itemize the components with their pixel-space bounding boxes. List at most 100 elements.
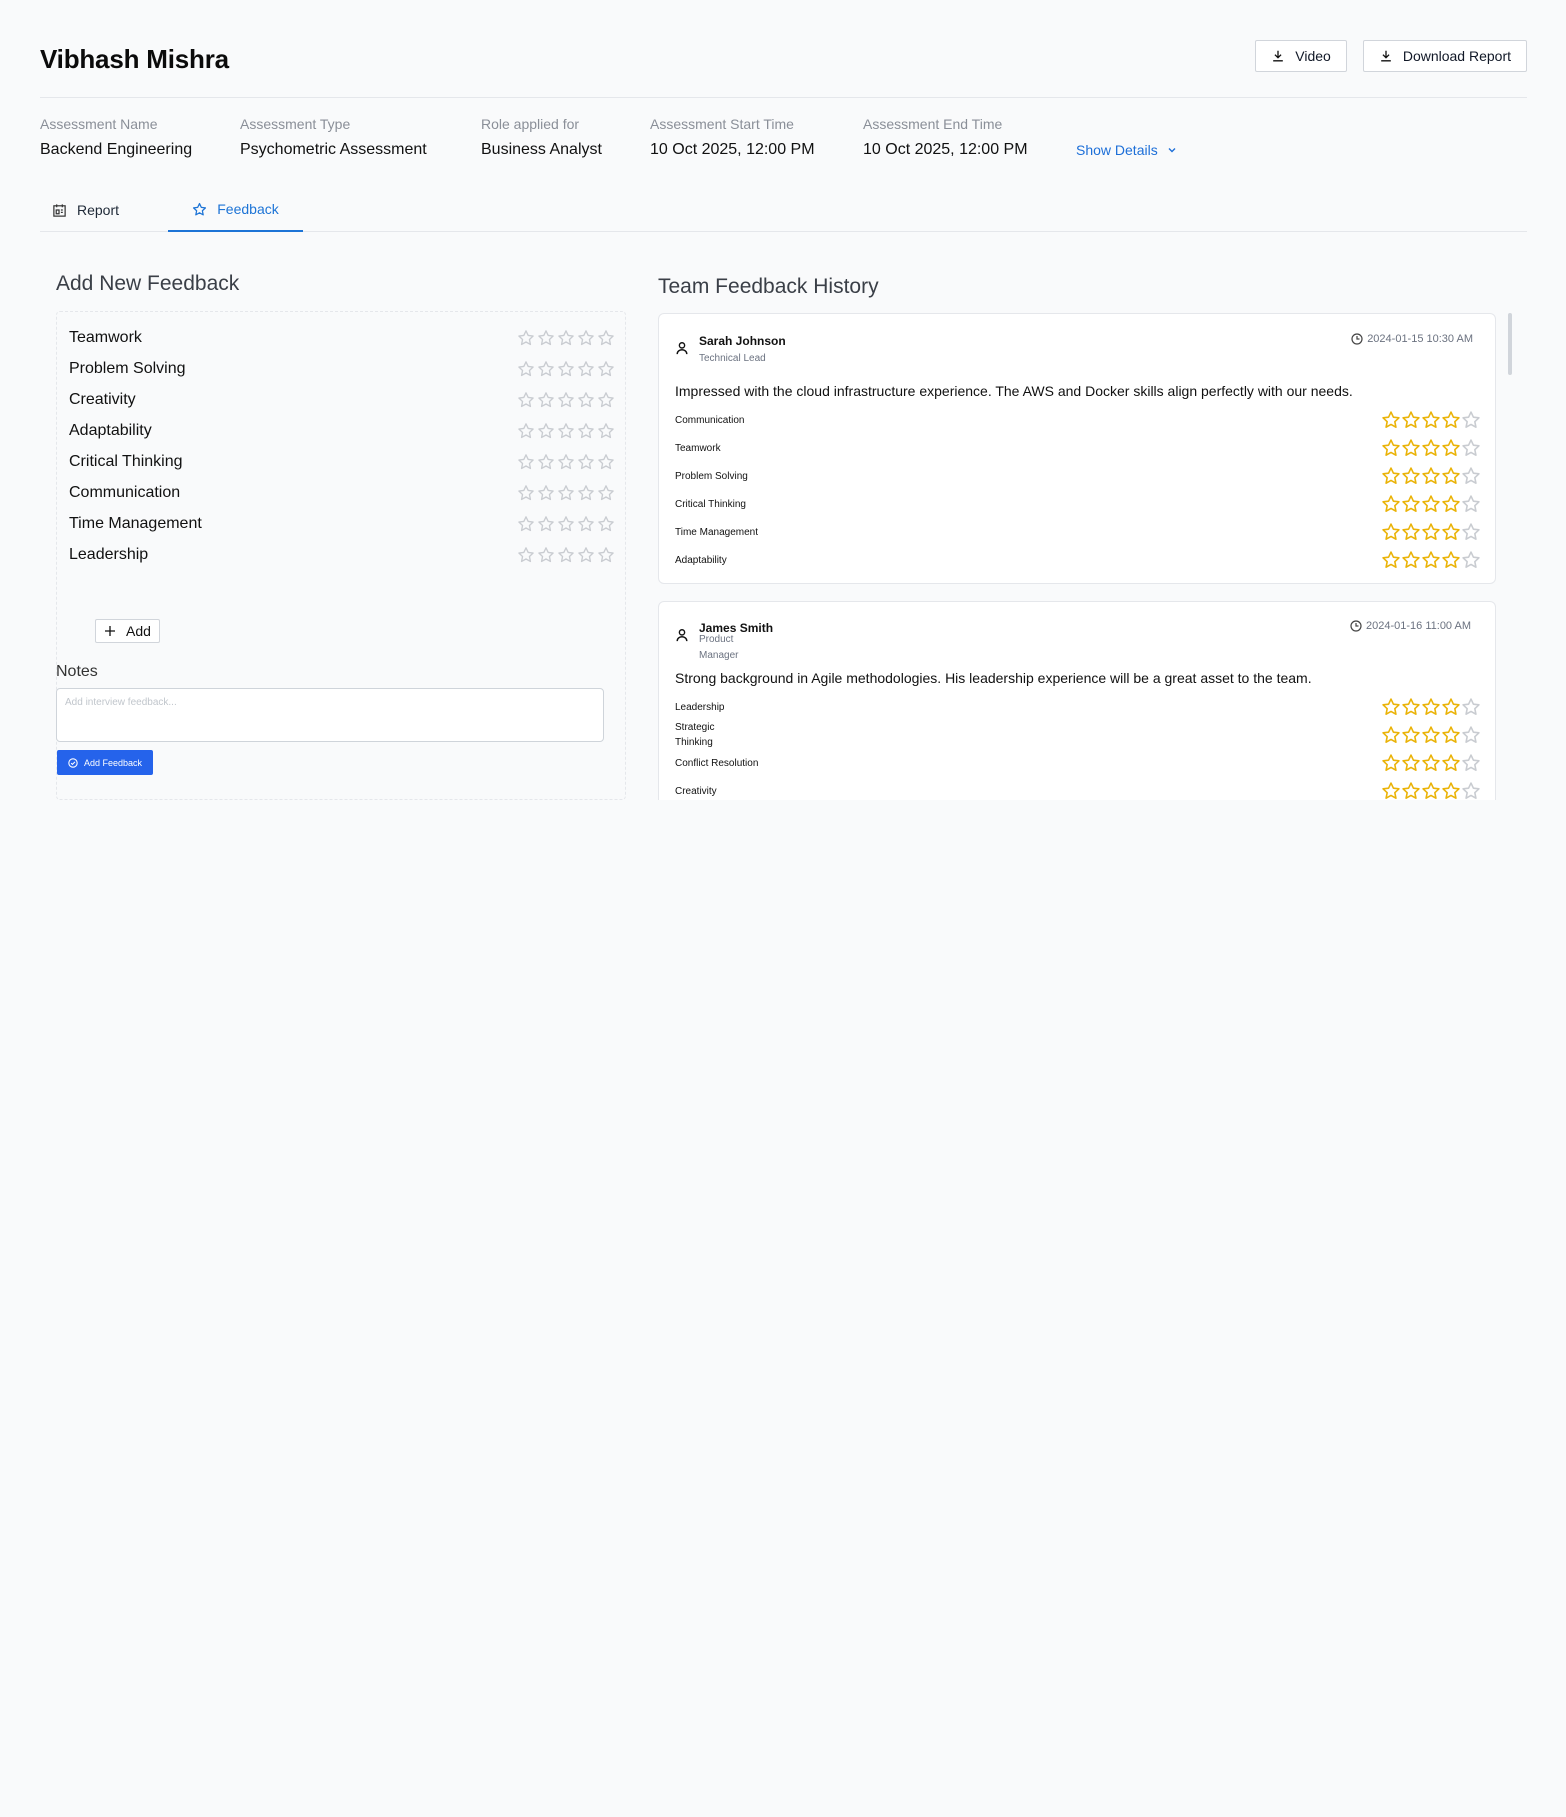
meta-label: Assessment End Time [863,116,1003,132]
user-icon [676,629,688,642]
star-empty-icon[interactable] [597,422,615,440]
star-rating-input[interactable] [517,391,615,409]
star-empty-icon[interactable] [537,391,555,409]
star-empty-icon[interactable] [537,422,555,440]
star-filled-icon [1422,754,1440,771]
video-button[interactable]: Video [1255,40,1347,72]
notes-input[interactable] [56,688,604,742]
star-empty-icon[interactable] [517,360,535,378]
meta-value: 10 Oct 2025, 12:00 PM [863,141,1028,158]
rating-label: Time Management [675,526,758,538]
star-filled-icon [1442,467,1460,484]
rating-label: Adaptability [675,554,727,566]
star-empty-icon[interactable] [597,329,615,347]
star-empty-icon [1462,439,1480,456]
meta-label: Assessment Name [40,116,158,132]
star-empty-icon[interactable] [537,360,555,378]
criterion-row: Leadership [69,543,615,567]
add-feedback-panel: Teamwork Problem Solving Creativity Adaptab… [56,311,626,800]
star-empty-icon[interactable] [557,360,575,378]
star-empty-icon[interactable] [517,484,535,502]
rating-row: Leadership [675,695,1481,719]
star-filled-icon [1442,698,1460,715]
add-criterion-button[interactable]: Add [95,619,160,643]
rating-label: Leadership [675,701,725,713]
star-empty-icon[interactable] [517,515,535,533]
rating-row: Critical Thinking [675,492,1481,516]
rating-label: Creativity [675,785,717,797]
star-rating-input[interactable] [517,546,615,564]
star-filled-icon [1442,551,1460,568]
star-empty-icon[interactable] [517,422,535,440]
star-empty-icon[interactable] [557,484,575,502]
star-filled-icon [1442,495,1460,512]
criterion-row: Adaptability [69,419,615,443]
download-report-button[interactable]: Download Report [1362,40,1527,72]
star-empty-icon[interactable] [597,484,615,502]
star-empty-icon[interactable] [517,329,535,347]
star-rating-input[interactable] [517,360,615,378]
star-empty-icon[interactable] [577,515,595,533]
star-empty-icon[interactable] [557,329,575,347]
rating-label: Problem Solving [675,470,748,482]
star-empty-icon[interactable] [537,329,555,347]
star-empty-icon[interactable] [597,515,615,533]
star-rating-display [1381,725,1481,745]
star-empty-icon[interactable] [557,515,575,533]
star-empty-icon[interactable] [557,453,575,471]
star-empty-icon[interactable] [517,546,535,564]
page-header: Vibhash Mishra Video Download Report [40,0,1527,98]
meta-end-time: Assessment End Time 10 Oct 2025, 12:00 P… [863,116,1028,159]
star-rating-input[interactable] [517,484,615,502]
criterion-label: Leadership [69,546,149,563]
star-filled-icon [1402,726,1420,743]
reviewer-name: Sarah Johnson [699,334,786,348]
clock-icon [1351,333,1363,345]
feedback-comment: Impressed with the cloud infrastructure … [675,383,1353,399]
feedback-history-list[interactable]: Sarah Johnson Technical Lead 2024-01-15 … [658,313,1538,800]
tab-report[interactable]: Report [52,188,148,232]
star-empty-icon[interactable] [577,360,595,378]
star-empty-icon[interactable] [597,391,615,409]
star-rating-display [1381,438,1481,458]
star-empty-icon[interactable] [557,391,575,409]
show-details-toggle[interactable]: Show Details [1076,142,1178,158]
star-empty-icon[interactable] [537,515,555,533]
star-rating-input[interactable] [517,453,615,471]
star-empty-icon[interactable] [537,453,555,471]
star-empty-icon[interactable] [597,546,615,564]
star-rating-input[interactable] [517,329,615,347]
history-scrollbar[interactable] [1508,313,1512,375]
star-rating-input[interactable] [517,515,615,533]
add-feedback-button[interactable]: Add Feedback [57,750,154,775]
star-empty-icon[interactable] [557,422,575,440]
star-empty-icon[interactable] [577,391,595,409]
plus-icon [105,626,115,636]
star-rating-display [1381,522,1481,542]
meta-value: Psychometric Assessment [240,141,427,158]
feedback-timestamp: 2024-01-16 11:00 AM [1350,620,1471,632]
star-empty-icon[interactable] [557,546,575,564]
star-empty-icon[interactable] [577,453,595,471]
rating-row: Strategic Thinking [675,722,1481,748]
tab-feedback[interactable]: Feedback [168,188,303,232]
star-empty-icon[interactable] [577,329,595,347]
star-empty-icon[interactable] [537,484,555,502]
star-empty-icon[interactable] [597,360,615,378]
star-empty-icon[interactable] [537,546,555,564]
star-empty-icon[interactable] [517,391,535,409]
criterion-label: Time Management [69,515,202,532]
download-icon [1273,50,1284,62]
star-rating-input[interactable] [517,422,615,440]
check-circle-icon [68,757,78,768]
rating-row: Adaptability [675,548,1481,572]
star-empty-icon[interactable] [577,484,595,502]
star-filled-icon [1402,523,1420,540]
star-filled-icon [1402,754,1420,771]
show-details-label: Show Details [1076,142,1158,158]
star-empty-icon[interactable] [597,453,615,471]
star-empty-icon[interactable] [577,546,595,564]
star-empty-icon[interactable] [517,453,535,471]
tab-report-label: Report [77,202,120,218]
star-empty-icon[interactable] [577,422,595,440]
